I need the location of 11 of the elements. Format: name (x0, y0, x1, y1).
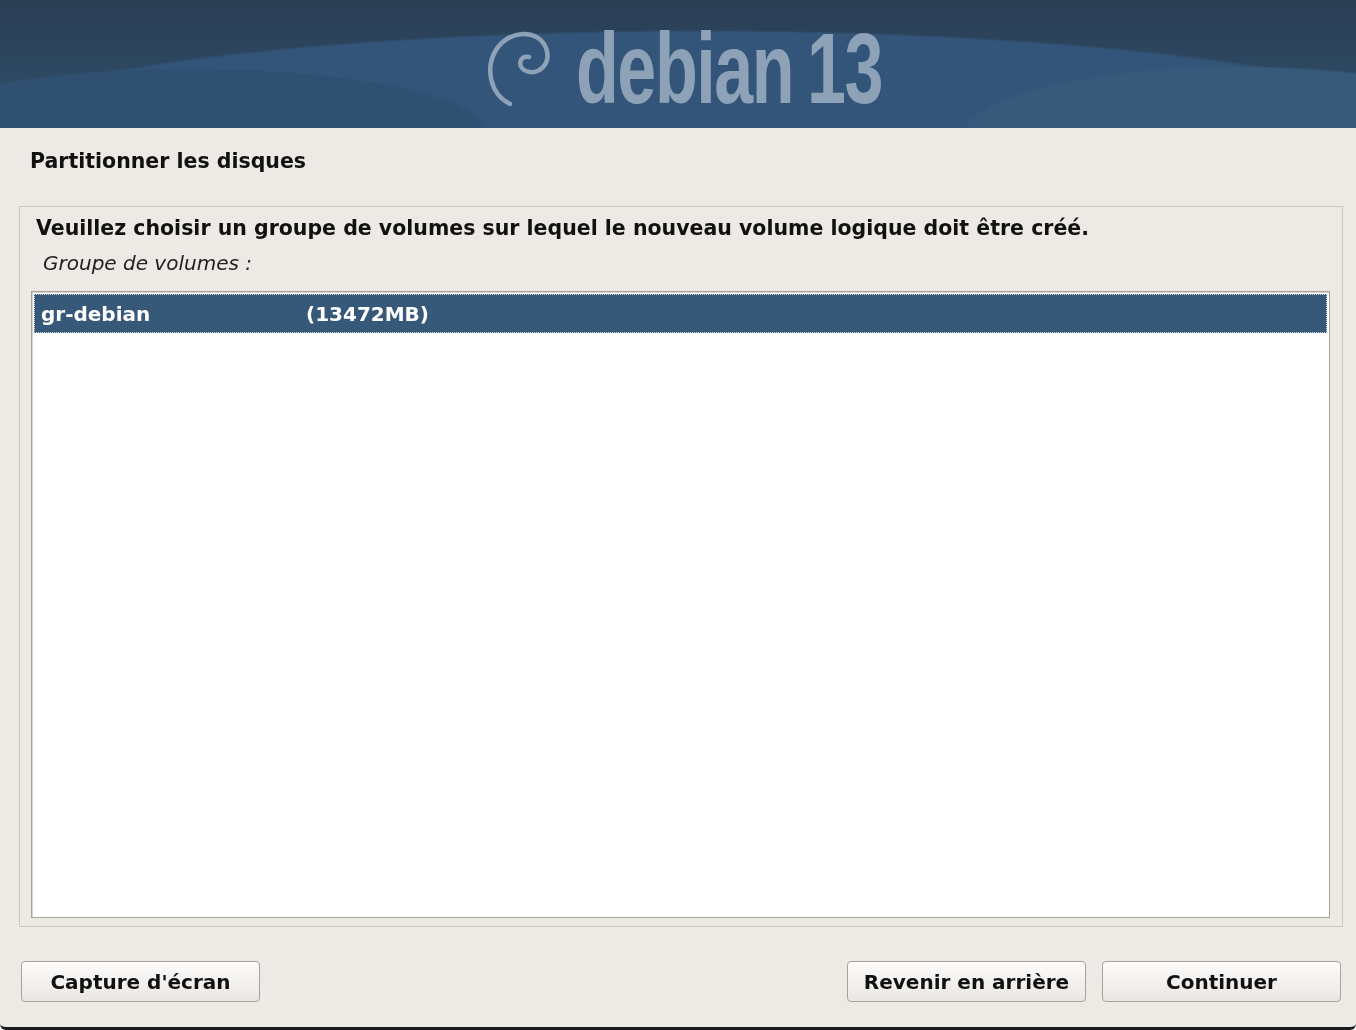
logo-version: 13 (806, 18, 882, 118)
volume-group-name: gr-debian (41, 301, 152, 326)
continue-button[interactable]: Continuer (1102, 961, 1341, 1002)
question-text: Veuillez choisir un groupe de volumes sur lequel le nouveau volume logique doit être créé. (36, 216, 1090, 240)
list-label: Groupe de volumes : (43, 251, 252, 275)
volume-group-row[interactable]: gr-debian (13472MB) (34, 294, 1327, 333)
volume-group-size: (13472MB) (306, 301, 429, 326)
screenshot-button[interactable]: Capture d'écran (21, 961, 260, 1002)
logo-wordmark: debian (575, 18, 793, 118)
back-button[interactable]: Revenir en arrière (847, 961, 1086, 1002)
page-title: Partitionner les disques (30, 149, 307, 173)
